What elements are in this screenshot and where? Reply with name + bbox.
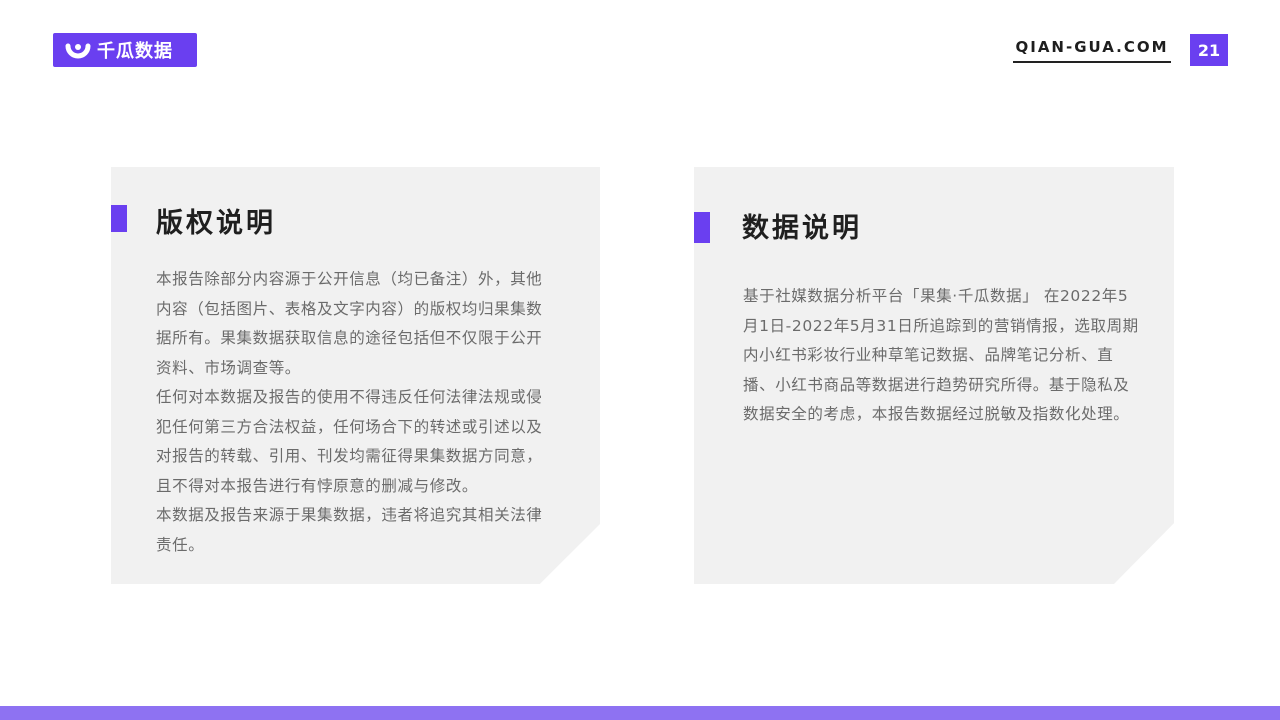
logo-text: 千瓜数据 bbox=[97, 41, 173, 62]
data-description-title: 数据说明 bbox=[742, 213, 862, 244]
copyright-paragraph: 本报告除部分内容源于公开信息（均已备注）外，其他内容（包括图片、表格及文字内容）… bbox=[156, 270, 543, 377]
copyright-card: 版权说明 本报告除部分内容源于公开信息（均已备注）外，其他内容（包括图片、表格及… bbox=[111, 167, 600, 584]
copyright-title: 版权说明 bbox=[156, 208, 276, 239]
data-description-card: 数据说明 基于社媒数据分析平台「果集·千瓜数据」 在2022年5月1日-2022… bbox=[694, 167, 1174, 584]
page-number: 21 bbox=[1190, 34, 1228, 66]
title-marker bbox=[694, 212, 710, 243]
data-description-body: 基于社媒数据分析平台「果集·千瓜数据」 在2022年5月1日-2022年5月31… bbox=[743, 282, 1144, 430]
logo-icon bbox=[65, 43, 91, 59]
site-url-link[interactable]: QIAN-GUA.COM bbox=[1013, 38, 1171, 63]
data-description-paragraph: 基于社媒数据分析平台「果集·千瓜数据」 在2022年5月1日-2022年5月31… bbox=[743, 287, 1139, 423]
copyright-paragraph: 本数据及报告来源于果集数据，违者将追究其相关法律责任。 bbox=[156, 506, 543, 554]
copyright-paragraph: 任何对本数据及报告的使用不得违反任何法律法规或侵犯任何第三方合法权益，任何场合下… bbox=[156, 388, 543, 495]
bottom-accent-bar bbox=[0, 706, 1280, 720]
copyright-body: 本报告除部分内容源于公开信息（均已备注）外，其他内容（包括图片、表格及文字内容）… bbox=[156, 265, 556, 560]
title-marker bbox=[111, 205, 127, 232]
brand-logo[interactable]: 千瓜数据 bbox=[53, 33, 197, 67]
